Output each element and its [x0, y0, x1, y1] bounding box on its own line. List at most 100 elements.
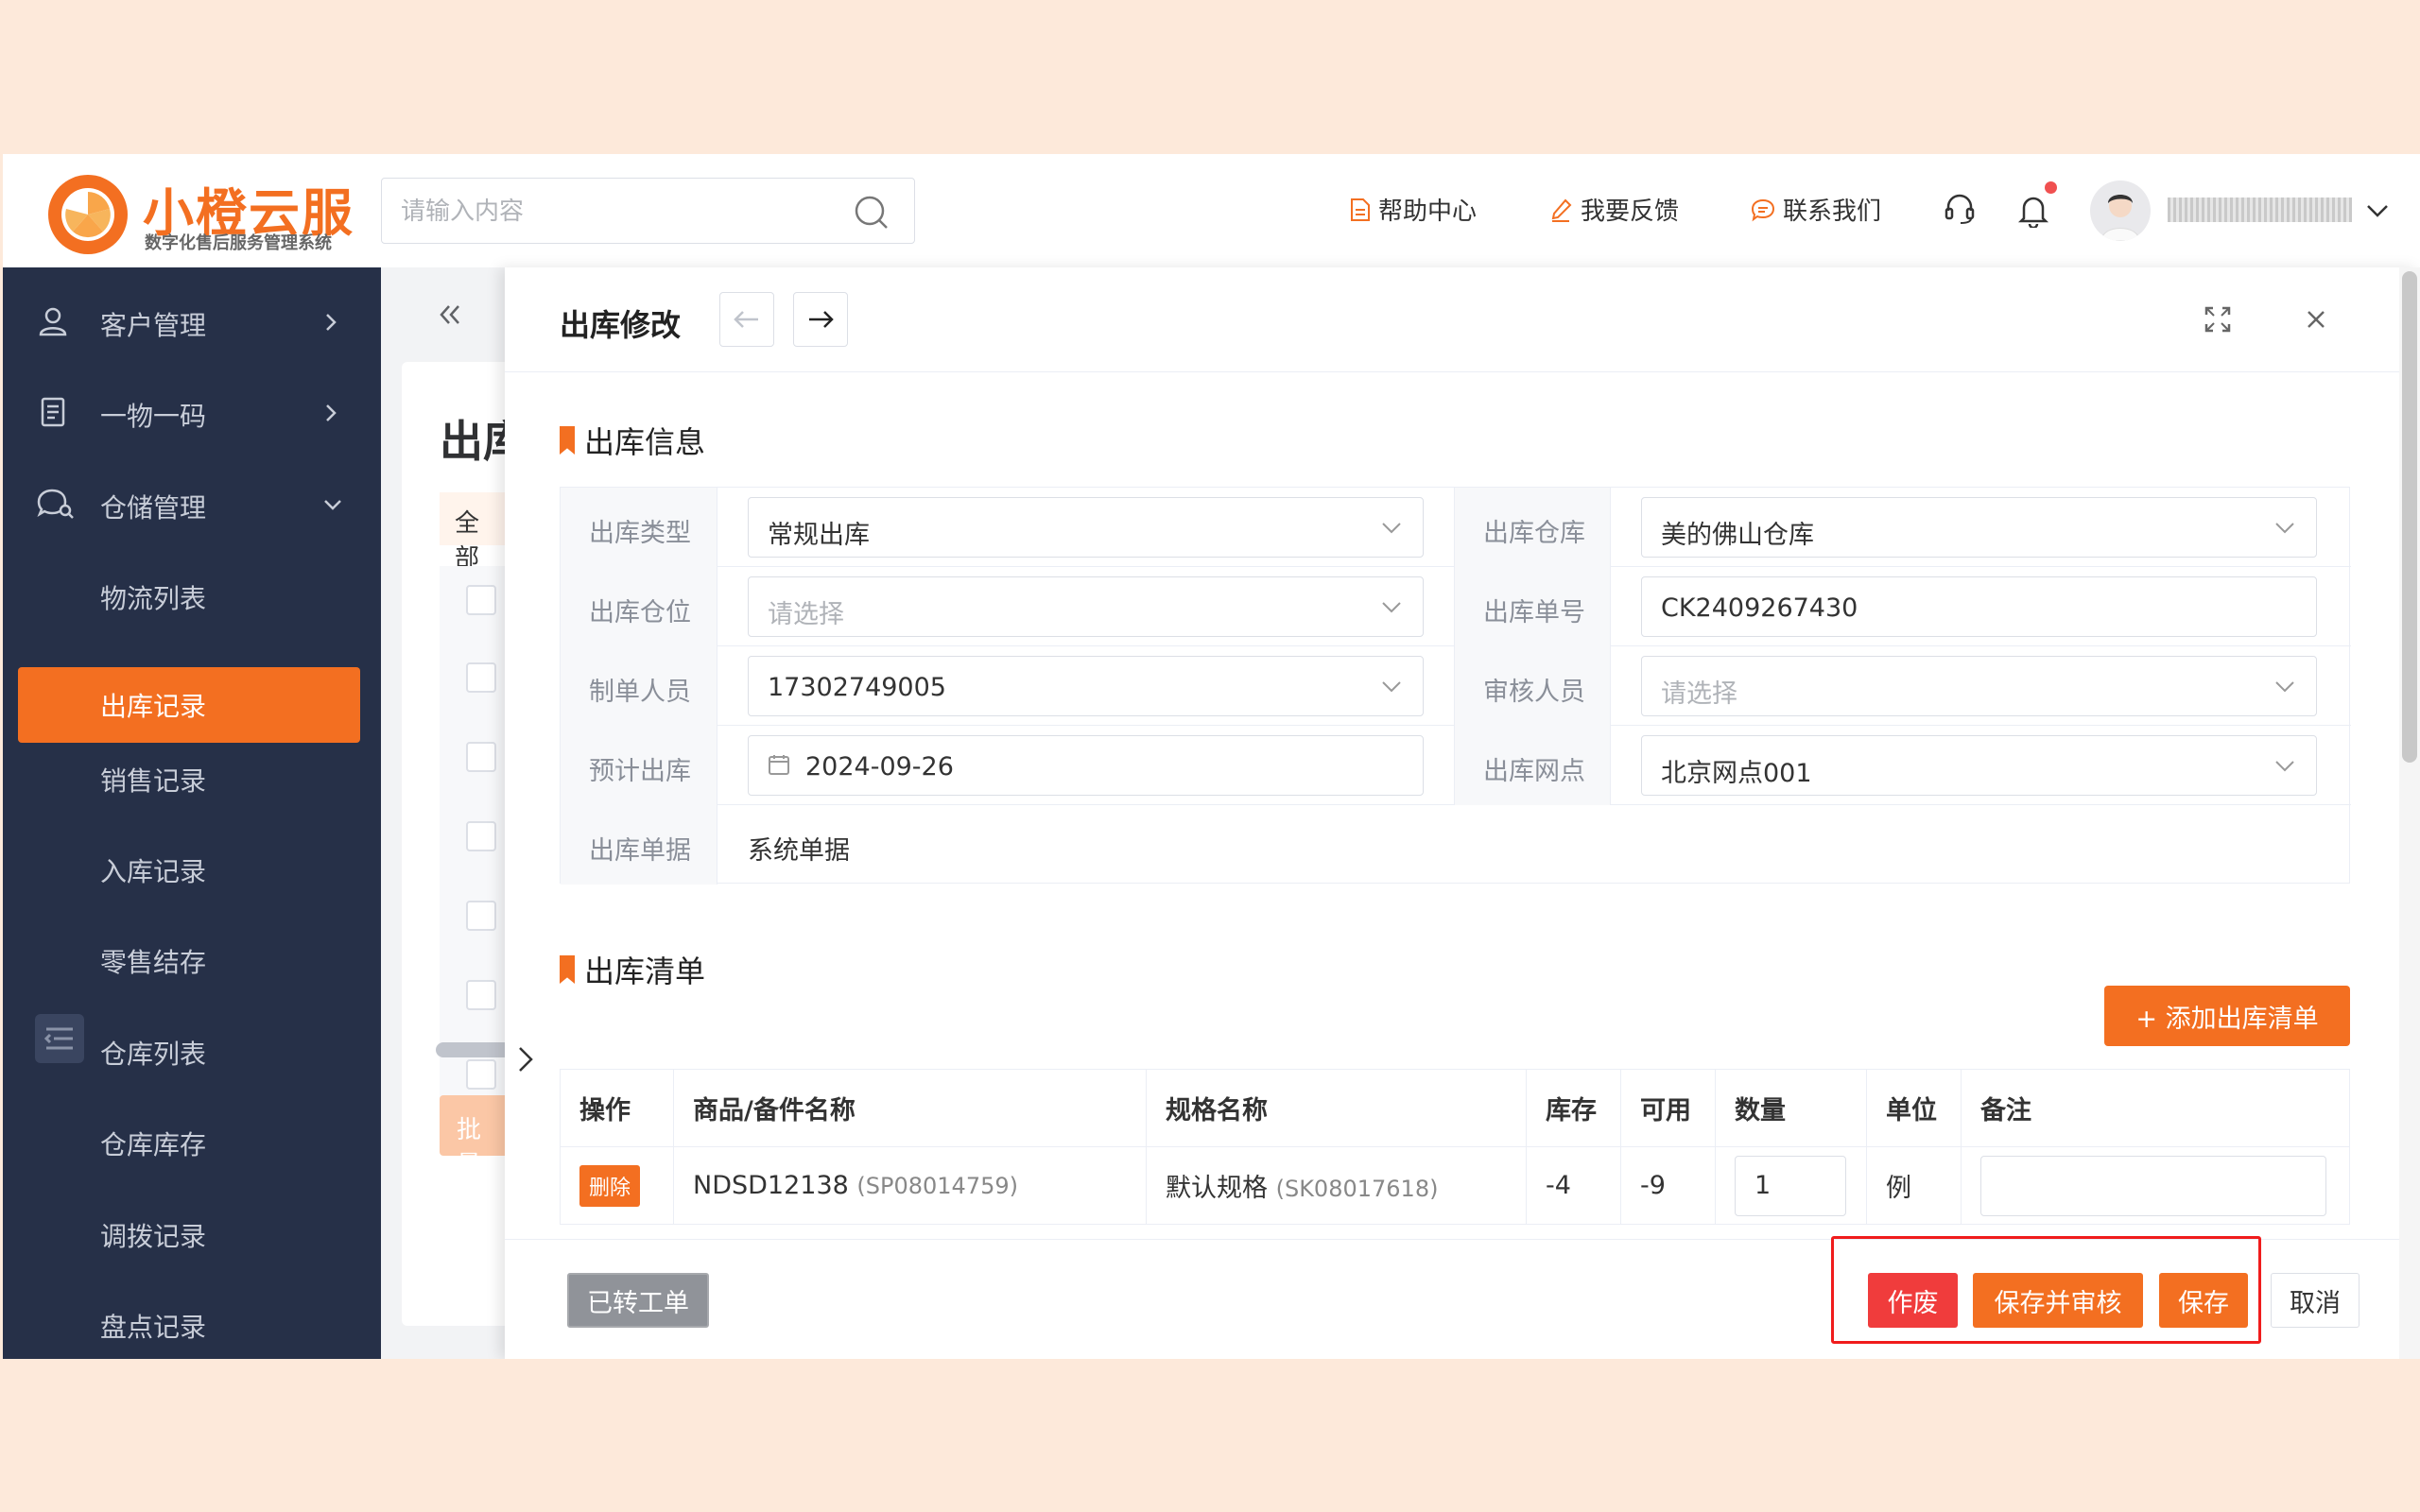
global-search[interactable]: [381, 178, 915, 244]
document-label: 出库单据: [561, 805, 717, 885]
save-button[interactable]: 保存: [2159, 1273, 2248, 1328]
outbound-location-label: 出库仓位: [561, 567, 717, 646]
table-row: 删除 NDSD12138 (SP08014759) 默认规格 (SK080176…: [560, 1146, 2350, 1225]
feedback-label: 我要反馈: [1581, 198, 1680, 226]
fullscreen-icon[interactable]: [2204, 305, 2232, 334]
sidebar-item-inbound-records[interactable]: 入库记录: [3, 831, 381, 906]
help-center-link[interactable]: 帮助中心: [1350, 192, 1477, 227]
previous-record-button[interactable]: [719, 292, 774, 347]
drawer-scrollbar[interactable]: [2399, 267, 2420, 1359]
outbound-location-select[interactable]: 请选择: [748, 576, 1424, 637]
outlet-select[interactable]: 北京网点001: [1641, 735, 2317, 796]
chevron-down-icon[interactable]: [2364, 198, 2391, 224]
void-button[interactable]: 作废: [1868, 1273, 1958, 1328]
note-input[interactable]: [1980, 1155, 2326, 1216]
sidebar-item-outbound-records[interactable]: 出库记录: [18, 667, 360, 743]
form-row: 出库单据 系统单据: [561, 805, 2351, 885]
chevron-right-icon[interactable]: [514, 1042, 537, 1076]
sidebar-item-label: 仓储管理: [100, 492, 207, 524]
sidebar-item-label: 一物一码: [100, 401, 207, 432]
search-input[interactable]: [401, 196, 817, 228]
close-icon[interactable]: [2302, 305, 2330, 334]
row-checkbox[interactable]: [466, 980, 496, 1010]
brand-subtitle: 数字化售后服务管理系统: [145, 233, 332, 253]
sidebar: 客户管理 一物一码 仓储管理 物流列表 出库记录 销售记录 入库记录 零售结存 …: [3, 267, 381, 1359]
row-checkbox[interactable]: [466, 662, 496, 693]
item-code: (SP08014759): [856, 1173, 1018, 1199]
feedback-link[interactable]: 我要反馈: [1550, 192, 1679, 227]
sidebar-item-label: 入库记录: [100, 856, 207, 887]
sidebar-item-label: 出库记录: [100, 691, 207, 722]
outlet-value: 北京网点001: [1661, 759, 1812, 788]
contact-us-link[interactable]: 联系我们: [1751, 192, 1881, 227]
order-number-field[interactable]: CK2409267430: [1641, 576, 2317, 637]
cancel-button[interactable]: 取消: [2271, 1273, 2360, 1328]
username-masked[interactable]: [2168, 198, 2352, 222]
converted-to-work-order-button[interactable]: 已转工单: [567, 1273, 709, 1328]
column-header-spec: 规格名称: [1146, 1069, 1527, 1147]
row-checkbox[interactable]: [466, 821, 496, 851]
creator-value: 17302749005: [768, 673, 946, 702]
chevron-down-icon: [1382, 602, 1401, 613]
double-chevron-left-icon[interactable]: [436, 301, 464, 329]
sidebar-item-one-code[interactable]: 一物一码: [3, 375, 381, 451]
tab-all[interactable]: 全部: [440, 492, 515, 573]
row-checkbox[interactable]: [466, 742, 496, 772]
add-outbound-item-button[interactable]: + 添加出库清单: [2104, 986, 2350, 1046]
creator-select[interactable]: 17302749005: [748, 656, 1424, 716]
chevron-down-icon: [2275, 523, 2294, 534]
spec-code: (SK08017618): [1275, 1176, 1439, 1202]
sidebar-item-inventory-count[interactable]: 盘点记录: [3, 1286, 381, 1359]
outbound-edit-drawer: 出库修改 出库信息 出库类型 常规出库 出库仓库 美的佛山仓库 出库仓位 请选择…: [505, 267, 2420, 1359]
spec-cell: 默认规格 (SK08017618): [1146, 1146, 1527, 1225]
column-header-note: 备注: [1961, 1069, 2350, 1147]
brand-logo[interactable]: 小橙云服 数字化售后服务管理系统: [44, 171, 356, 256]
sidebar-item-sales-records[interactable]: 销售记录: [3, 740, 381, 816]
outbound-items-table: 操作 商品/备件名称 规格名称 库存 可用 数量 单位 备注 删除 NDSD12…: [560, 1069, 2350, 1225]
app-window: 小橙云服 数字化售后服务管理系统 帮助中心 我要反馈: [3, 154, 2420, 1359]
horizontal-scrollbar[interactable]: [436, 1042, 511, 1057]
sidebar-item-customer[interactable]: 客户管理: [3, 284, 381, 360]
sidebar-item-label: 调拨记录: [100, 1221, 207, 1252]
outbound-type-value: 常规出库: [768, 521, 870, 550]
column-header-stock: 库存: [1526, 1069, 1621, 1147]
quantity-input[interactable]: [1735, 1155, 1846, 1216]
headset-icon[interactable]: [1943, 192, 1977, 226]
outbound-warehouse-select[interactable]: 美的佛山仓库: [1641, 497, 2317, 558]
column-header-action: 操作: [560, 1069, 674, 1147]
sidebar-item-warehouse[interactable]: 仓储管理: [3, 467, 381, 542]
delete-button[interactable]: 删除: [579, 1164, 641, 1207]
sidebar-item-logistics-list[interactable]: 物流列表: [3, 558, 381, 633]
row-checkbox[interactable]: [466, 1059, 496, 1090]
chevron-right-icon: [326, 404, 337, 421]
search-icon[interactable]: [854, 195, 890, 231]
note-cell: [1961, 1146, 2350, 1225]
bell-icon[interactable]: [2016, 192, 2050, 228]
next-record-button[interactable]: [793, 292, 848, 347]
contact-us-label: 联系我们: [1783, 198, 1882, 226]
select-all-checkbox[interactable]: [466, 585, 496, 615]
form-row: 制单人员 17302749005 审核人员 请选择: [561, 646, 2351, 726]
order-number-value: CK2409267430: [1661, 593, 1858, 623]
user-avatar-icon: [2100, 195, 2140, 241]
avatar[interactable]: [2090, 180, 2151, 241]
sidebar-item-retail-balance[interactable]: 零售结存: [3, 921, 381, 997]
sidebar-toggle-button[interactable]: [35, 1014, 84, 1063]
document-icon: [41, 397, 65, 427]
document-value: 系统单据: [748, 836, 850, 866]
drawer-title: 出库修改: [560, 307, 682, 343]
sidebar-item-transfer-records[interactable]: 调拨记录: [3, 1195, 381, 1271]
sidebar-item-label: 销售记录: [100, 765, 207, 797]
sidebar-item-label: 客户管理: [100, 310, 207, 341]
scrollbar-thumb[interactable]: [2402, 271, 2417, 763]
sidebar-item-label: 物流列表: [100, 583, 207, 614]
save-and-audit-button[interactable]: 保存并审核: [1973, 1273, 2143, 1328]
sidebar-item-warehouse-stock[interactable]: 仓库库存: [3, 1104, 381, 1179]
batch-button[interactable]: 批量: [440, 1095, 515, 1179]
reviewer-select[interactable]: 请选择: [1641, 656, 2317, 716]
expected-date-picker[interactable]: 2024-09-26: [748, 735, 1424, 796]
row-checkbox[interactable]: [466, 901, 496, 931]
cell-divider: [1610, 488, 1611, 567]
outbound-type-select[interactable]: 常规出库: [748, 497, 1424, 558]
document-icon: [1351, 198, 1370, 221]
